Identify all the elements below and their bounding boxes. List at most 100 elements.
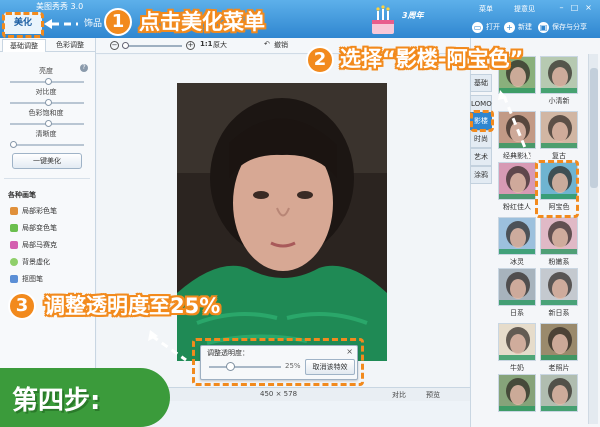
highlight-studio-category <box>470 110 494 132</box>
slider-sharpness[interactable] <box>10 144 84 146</box>
highlight-beautify-tab <box>2 12 44 38</box>
slider-contrast-label: 对比度 <box>35 88 57 96</box>
maximize-icon[interactable]: □ <box>569 3 580 13</box>
effect-label: 冰灵 <box>510 258 524 266</box>
effect-label: 牛奶 <box>510 364 524 372</box>
effect-label: 日系 <box>510 309 524 317</box>
effect-thumbnail[interactable] <box>540 111 578 149</box>
step1-number: 1 <box>104 8 132 36</box>
menu-link[interactable]: 菜单 <box>479 4 493 14</box>
effect-thumbnail[interactable] <box>498 111 536 149</box>
save-share-label: 保存与分享 <box>552 23 587 31</box>
brush-cutout[interactable]: 抠图笔 <box>10 273 43 285</box>
tab-basic-adjust[interactable]: 基础调整 <box>2 39 46 52</box>
slider-brightness-label: 亮度 <box>39 67 53 75</box>
one-key-beautify-button[interactable]: 一键美化 <box>12 153 82 169</box>
brush-background-blur[interactable]: 背景虚化 <box>10 256 50 268</box>
tab-color-adjust[interactable]: 色彩调整 <box>48 39 92 52</box>
folder-icon: ▭ <box>472 21 483 33</box>
effect-label: 粉嫩系 <box>548 258 570 266</box>
save-share-button[interactable]: ▣ 保存与分享 <box>538 20 587 34</box>
feedback-link[interactable]: 提意见 <box>514 4 535 14</box>
brush-label: 局部彩色笔 <box>22 207 57 215</box>
new-button[interactable]: + 新建 <box>504 20 532 34</box>
birthday-cake-icon <box>372 5 394 34</box>
effect-thumbnail[interactable] <box>498 217 536 255</box>
brush-label: 局部变色笔 <box>22 224 57 232</box>
undo-button[interactable]: 撤销 <box>274 40 288 50</box>
slider-sharpness-label: 清晰度 <box>35 130 57 138</box>
left-tabs: 基础调整 色彩调整 <box>0 38 96 52</box>
step-label-banner: 第四步: <box>0 368 170 427</box>
category-tab[interactable]: 时尚 <box>470 130 492 148</box>
save-icon: ▣ <box>538 21 549 33</box>
step3-text: 调整透明度至25% <box>44 294 221 318</box>
step3-number: 3 <box>8 292 36 320</box>
cutout-icon <box>10 275 18 283</box>
zoom-slider[interactable] <box>122 45 182 47</box>
step-label-text: 第四步: <box>12 386 101 416</box>
brush-local-recolor[interactable]: 局部变色笔 <box>10 222 57 234</box>
effect-thumbnail[interactable] <box>540 56 578 94</box>
undo-arrow-icon[interactable]: ↶ <box>264 40 270 48</box>
effect-thumbnail[interactable] <box>540 268 578 306</box>
effect-label: 小清新 <box>548 97 570 105</box>
open-label: 打开 <box>486 23 500 31</box>
portrait-photo <box>177 83 387 361</box>
effect-thumbnail[interactable] <box>540 217 578 255</box>
anniversary-badge: 3周年 <box>402 11 424 20</box>
brush-mosaic[interactable]: 局部马赛克 <box>10 239 57 251</box>
zoom-in-icon[interactable]: + <box>186 41 195 50</box>
tab-accessories[interactable]: 饰品 <box>46 14 102 34</box>
blur-icon <box>10 258 18 266</box>
image-size: 450 × 578 <box>260 390 298 398</box>
slider-sharpness-knob[interactable] <box>10 141 17 148</box>
original-size-button[interactable]: 原大 <box>213 40 227 50</box>
zoom-slider-knob[interactable] <box>122 42 129 49</box>
effect-label: 老照片 <box>548 364 570 372</box>
effects-scrollbar[interactable] <box>588 54 598 424</box>
top-bar: 美图秀秀 3.0 美化 饰品 3周年 菜单 提意见 – □ × ▭ 打开 + 新建 … <box>0 0 600 38</box>
ratio-button[interactable]: 1:1 <box>200 40 213 48</box>
step2-text: 选择“影楼-阿宝色” <box>340 47 524 71</box>
effect-label: 新日系 <box>548 309 570 317</box>
category-tab[interactable]: 涂鸦 <box>470 166 492 184</box>
minimize-icon[interactable]: – <box>556 3 567 13</box>
slider-brightness-knob[interactable] <box>45 78 52 85</box>
brush-label: 背景虚化 <box>22 258 50 266</box>
compare-button[interactable]: 对比 <box>392 390 406 400</box>
color-brush-icon <box>10 207 18 215</box>
open-button[interactable]: ▭ 打开 <box>472 20 500 34</box>
slider-saturation-label: 色彩饱和度 <box>28 109 64 117</box>
highlight-abao-effect <box>535 160 579 218</box>
slider-contrast-knob[interactable] <box>45 99 52 106</box>
close-icon[interactable]: × <box>583 3 594 13</box>
plus-icon: + <box>504 21 515 33</box>
effect-thumbnail[interactable] <box>498 374 536 412</box>
category-tab[interactable]: 艺术 <box>470 148 492 166</box>
slider-saturation-knob[interactable] <box>45 120 52 127</box>
effect-thumbnail[interactable] <box>540 374 578 412</box>
highlight-transparency-popup <box>192 338 364 386</box>
zoom-out-icon[interactable]: − <box>110 41 119 50</box>
effect-thumbnail[interactable] <box>498 268 536 306</box>
effect-label: 粉红佳人 <box>503 203 531 211</box>
category-tab[interactable]: 基础 <box>470 74 492 92</box>
step1-text: 点击美化菜单 <box>139 10 265 34</box>
effect-thumbnail[interactable] <box>498 323 536 361</box>
scroll-thumb[interactable] <box>590 68 598 188</box>
brush-local-color[interactable]: 局部彩色笔 <box>10 205 57 217</box>
brushes-title: 各种画笔 <box>8 191 36 199</box>
preview-button[interactable]: 预览 <box>426 390 440 400</box>
divider <box>4 178 90 179</box>
new-label: 新建 <box>518 23 532 31</box>
effect-thumbnail[interactable] <box>498 162 536 200</box>
effect-thumbnail[interactable] <box>540 323 578 361</box>
app-window: 美图秀秀 3.0 美化 饰品 3周年 菜单 提意见 – □ × ▭ 打开 + 新建 … <box>0 0 600 427</box>
mosaic-icon <box>10 241 18 249</box>
brush-label: 抠图笔 <box>22 275 43 283</box>
step2-number: 2 <box>306 46 334 74</box>
brush-label: 局部马赛克 <box>22 241 57 249</box>
effect-label: 经典影楼 <box>503 152 531 160</box>
app-title: 美图秀秀 3.0 <box>36 2 84 11</box>
